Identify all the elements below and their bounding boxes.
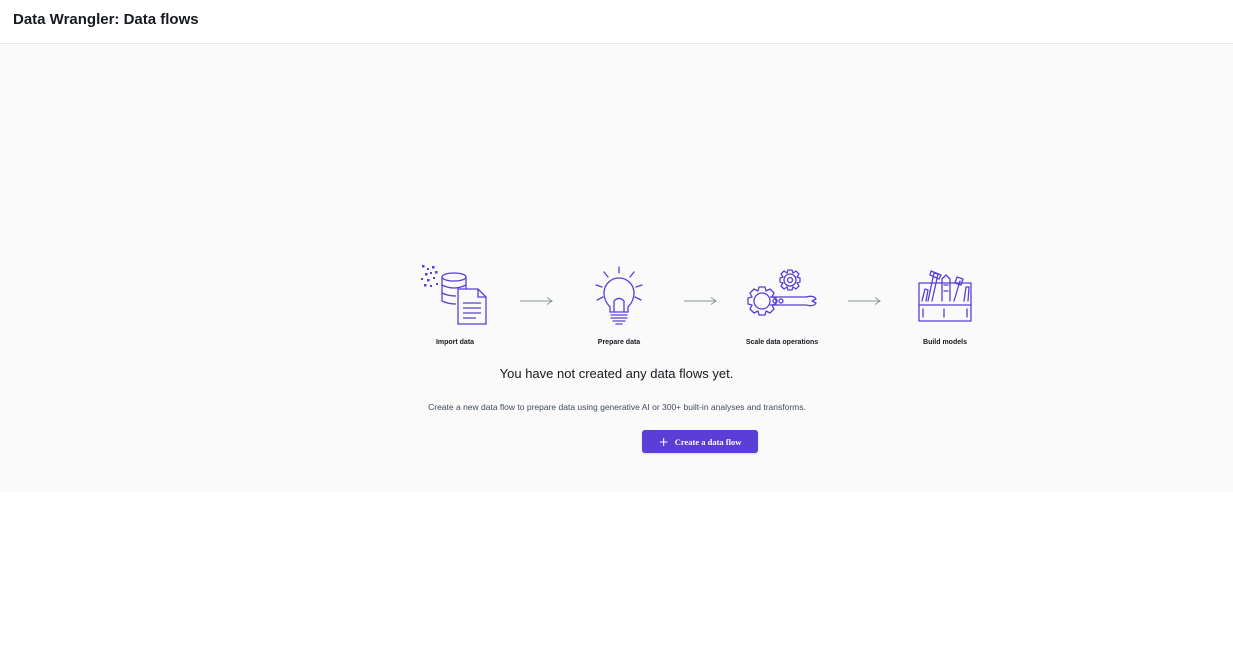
empty-state-description: Create a new data flow to prepare data u…	[428, 402, 806, 412]
plus-icon: +	[658, 434, 669, 449]
step-label-prepare-data: Prepare data	[597, 339, 641, 346]
page-title: Data Wrangler: Data flows	[13, 11, 199, 28]
create-data-flow-button[interactable]: + Create a data flow	[642, 430, 758, 453]
toolbox-icon	[918, 270, 972, 322]
arrow-right-icon	[848, 297, 881, 305]
empty-state-title: You have not created any data flows yet.	[499, 366, 734, 381]
arrow-right-icon	[684, 297, 717, 305]
step-label-scale-data-operations: Scale data operations	[745, 339, 819, 346]
gears-wrench-icon	[747, 269, 817, 316]
workflow-steps: Import data Prepare data Scale data oper…	[0, 45, 1233, 492]
step-label-import-data: Import data	[435, 339, 475, 346]
empty-state-panel: Import data Prepare data Scale data oper…	[0, 45, 1233, 492]
arrow-right-icon	[520, 297, 553, 305]
import-data-icon	[421, 265, 487, 325]
create-data-flow-label: Create a data flow	[674, 436, 742, 447]
step-label-build-models: Build models	[923, 339, 967, 346]
page-header: Data Wrangler: Data flows	[0, 0, 1233, 44]
lightbulb-icon	[595, 266, 643, 325]
